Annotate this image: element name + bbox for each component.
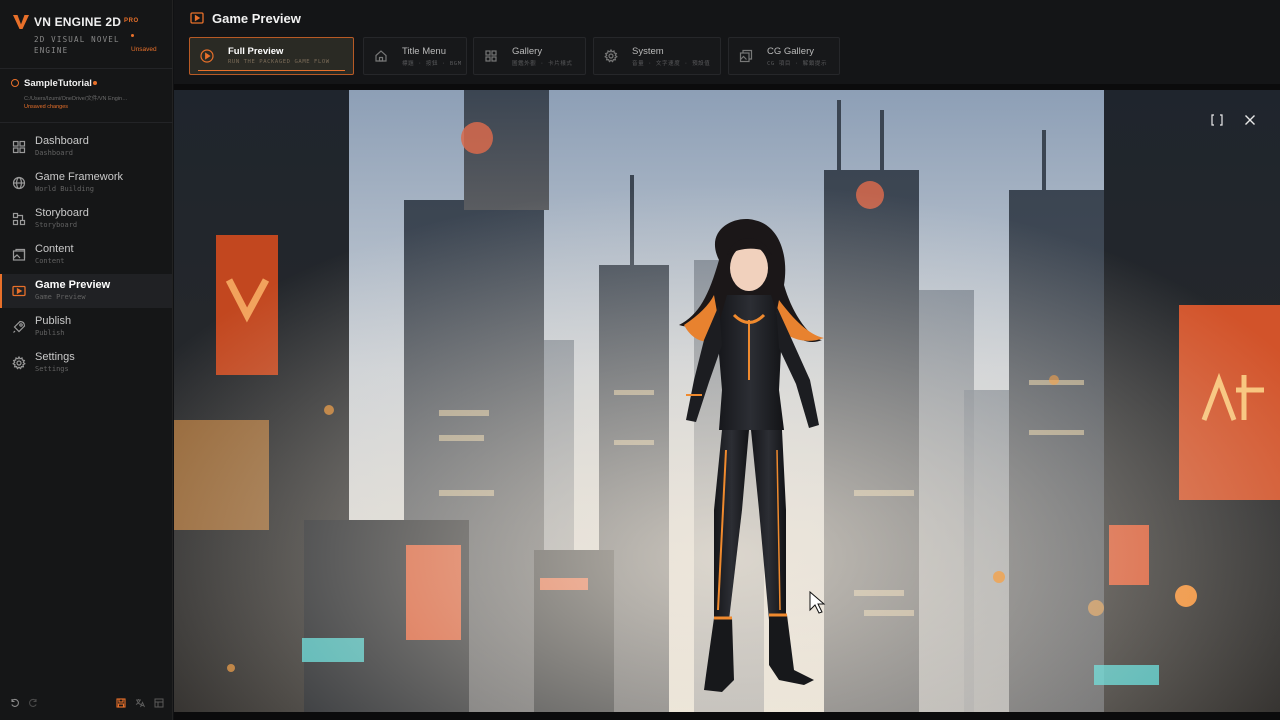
sidebar-item-sublabel: Settings (35, 365, 69, 373)
tab-sublabel: 標題 · 按鈕 · BGM (402, 61, 462, 67)
sidebar-item-label: Dashboard (35, 135, 89, 147)
project-card[interactable]: SampleTutorial C:/Users/Izumi/OneDrive/文… (10, 76, 166, 116)
gear-icon (12, 356, 26, 370)
brand: VN ENGINE 2D PRO 2D VISUAL NOVEL ENGINE … (12, 12, 162, 62)
sidebar-item-game-preview[interactable]: Game Preview Game Preview (0, 274, 172, 308)
sidebar-item-sublabel: World Building (35, 185, 95, 193)
play-icon (190, 12, 204, 24)
sidebar-item-settings[interactable]: Settings Settings (0, 346, 172, 380)
divider (0, 122, 173, 123)
image-stack-icon (739, 49, 753, 63)
sidebar-item-content[interactable]: Content Content (0, 238, 172, 272)
play-icon (12, 285, 26, 297)
tab-full-preview[interactable]: Full Preview RUN THE PACKAGED GAME FLOW (189, 37, 354, 75)
tab-label: Gallery (512, 46, 543, 57)
sidebar-item-label: Content (35, 243, 74, 255)
app-subtitle-2: ENGINE (34, 46, 69, 55)
game-preview-viewport[interactable] (174, 84, 1280, 712)
tab-gallery[interactable]: Gallery 圖鑑外觀 · 卡片樣式 (473, 37, 586, 75)
tab-label: Full Preview (228, 46, 284, 57)
translate-icon[interactable] (135, 698, 145, 708)
tab-sublabel: 圖鑑外觀 · 卡片樣式 (512, 61, 573, 67)
layout-icon[interactable] (154, 698, 164, 708)
preview-bottom-strip (174, 712, 1280, 720)
globe-icon (12, 176, 26, 190)
play-circle-icon (200, 49, 214, 63)
project-icon (11, 79, 19, 87)
tab-sublabel: 音量 · 文字速度 · 預設值 (632, 61, 711, 67)
app-name: VN ENGINE 2D (34, 15, 122, 29)
sidebar-item-sublabel: Storyboard (35, 221, 78, 229)
sidebar-item-sublabel: Dashboard (35, 149, 73, 157)
sidebar-item-game-framework[interactable]: Game Framework World Building (0, 166, 172, 200)
sidebar-item-sublabel: Content (35, 257, 65, 265)
fullscreen-icon[interactable] (1209, 112, 1225, 128)
grid-icon (12, 140, 26, 154)
project-status: Unsaved changes (24, 104, 69, 110)
sidebar-item-label: Game Framework (35, 171, 124, 183)
home-icon (375, 50, 387, 62)
topbar: Game Preview Full Preview RUN THE PACKAG… (174, 0, 1280, 84)
storyboard-icon (12, 212, 26, 226)
close-icon[interactable] (1242, 112, 1258, 128)
sidebar-item-sublabel: Game Preview (35, 293, 86, 301)
tab-sublabel: RUN THE PACKAGED GAME FLOW (228, 59, 330, 65)
project-unsaved-dot (93, 81, 97, 85)
unsaved-dot (131, 34, 134, 37)
sidebar-item-label: Publish (35, 315, 72, 327)
sidebar-item-dashboard[interactable]: Dashboard Dashboard (0, 130, 172, 164)
tab-cg-gallery[interactable]: CG Gallery CG 項目 · 解鎖提示 (728, 37, 840, 75)
project-path: C:/Users/Izumi/OneDrive/文件/VN Engin… (24, 96, 128, 102)
vn-logo-icon (13, 14, 29, 29)
content-icon (12, 248, 26, 261)
sidebar-item-label: Settings (35, 351, 75, 363)
tab-sublabel: CG 項目 · 解鎖提示 (767, 61, 828, 67)
tab-label: CG Gallery (767, 46, 814, 57)
tab-system[interactable]: System 音量 · 文字速度 · 預設值 (593, 37, 721, 75)
tab-title-menu[interactable]: Title Menu 標題 · 按鈕 · BGM (363, 37, 467, 75)
rocket-icon (13, 320, 26, 333)
sidebar-item-label: Game Preview (35, 279, 111, 291)
save-icon[interactable] (116, 698, 126, 708)
tab-label: Title Menu (402, 46, 446, 57)
save-state-label: Unsaved (131, 46, 157, 53)
tab-label: System (632, 46, 664, 57)
sidebar: VN ENGINE 2D PRO 2D VISUAL NOVEL ENGINE … (0, 0, 173, 720)
app-subtitle: 2D VISUAL NOVEL (34, 35, 120, 44)
gear-icon (604, 49, 618, 63)
grid-icon (485, 50, 497, 62)
sidebar-item-storyboard[interactable]: Storyboard Storyboard (0, 202, 172, 236)
divider (0, 68, 173, 69)
redo-icon[interactable] (28, 698, 38, 708)
undo-icon[interactable] (10, 698, 20, 708)
sidebar-item-sublabel: Publish (35, 329, 65, 337)
page-title: Game Preview (212, 11, 301, 26)
pro-badge: PRO (124, 18, 139, 24)
game-scene-image (174, 90, 1280, 712)
project-name: SampleTutorial (24, 78, 92, 89)
sidebar-item-label: Storyboard (35, 207, 89, 219)
sidebar-item-publish[interactable]: Publish Publish (0, 310, 172, 344)
